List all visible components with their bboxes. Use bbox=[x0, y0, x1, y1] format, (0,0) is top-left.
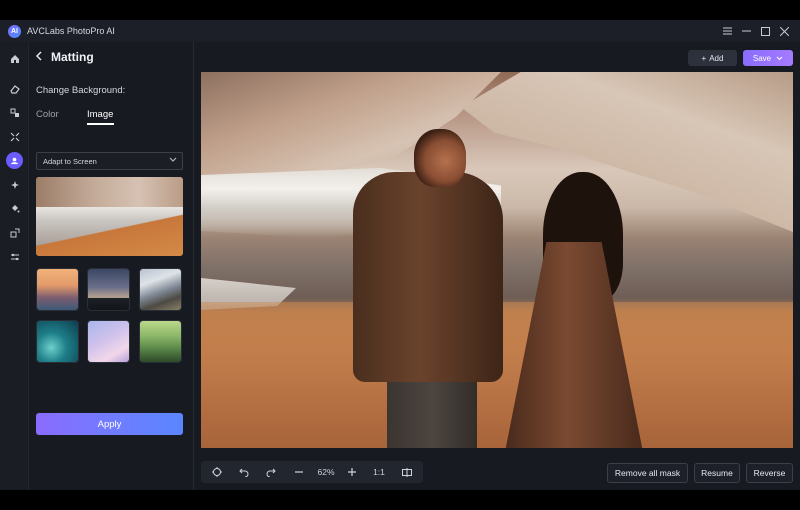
preview-cliff bbox=[36, 177, 183, 207]
man-legs bbox=[387, 372, 477, 448]
background-thumb-sunset-beach[interactable] bbox=[36, 268, 79, 311]
tab-color[interactable]: Color bbox=[36, 109, 59, 120]
background-thumb-ocean[interactable] bbox=[36, 320, 79, 363]
tool-sidebar bbox=[0, 42, 29, 490]
expand-icon[interactable] bbox=[6, 128, 23, 145]
redo-icon[interactable] bbox=[261, 461, 281, 483]
save-button-label: Save bbox=[752, 53, 772, 63]
maximize-icon[interactable] bbox=[756, 20, 775, 42]
app-logo-text: AI bbox=[11, 27, 18, 35]
eraser-icon[interactable] bbox=[6, 80, 23, 97]
matting-panel: Matting Change Background: Color Image A… bbox=[29, 42, 194, 490]
fit-mode-value: Adapt to Screen bbox=[43, 157, 97, 166]
plus-icon: + bbox=[701, 53, 707, 63]
add-button-label: Add bbox=[709, 53, 724, 63]
app-logo: AI bbox=[8, 24, 21, 38]
replace-icon[interactable] bbox=[6, 224, 23, 241]
background-thumb-dusk-hills[interactable] bbox=[87, 268, 130, 311]
fit-screen-icon[interactable] bbox=[207, 461, 227, 483]
apply-button[interactable]: Apply bbox=[36, 413, 183, 435]
fill-icon[interactable] bbox=[6, 200, 23, 217]
title-bar: AI AVCLabs PhotoPro AI bbox=[0, 20, 800, 42]
adjust-icon[interactable] bbox=[6, 248, 23, 265]
window-controls bbox=[718, 20, 794, 42]
background-preview bbox=[36, 177, 183, 256]
home-icon[interactable] bbox=[6, 50, 23, 67]
background-thumb-mountains[interactable] bbox=[139, 268, 182, 311]
zoom-out-icon[interactable] bbox=[289, 461, 309, 483]
letterbox-bottom bbox=[0, 490, 800, 510]
image-canvas[interactable] bbox=[201, 72, 793, 448]
reverse-button[interactable]: Reverse bbox=[746, 463, 793, 483]
chevron-down-icon bbox=[776, 54, 783, 63]
zoom-level: 62% bbox=[317, 467, 335, 477]
background-thumb-pastel-sky[interactable] bbox=[87, 320, 130, 363]
close-icon[interactable] bbox=[775, 20, 794, 42]
zoom-toolbar: 62% 1:1 bbox=[201, 461, 423, 483]
resume-button[interactable]: Resume bbox=[694, 463, 740, 483]
app-title: AVCLabs PhotoPro AI bbox=[27, 26, 115, 36]
active-tab-indicator bbox=[87, 123, 114, 125]
matting-icon[interactable] bbox=[6, 152, 23, 169]
main-workspace: + Add Save 62% 1:1 Remove all mask Resum… bbox=[195, 42, 800, 490]
save-button[interactable]: Save bbox=[743, 50, 793, 66]
enhance-icon[interactable] bbox=[6, 104, 23, 121]
letterbox-top bbox=[0, 0, 800, 20]
zoom-in-icon[interactable] bbox=[342, 461, 362, 483]
actual-size-button[interactable]: 1:1 bbox=[367, 461, 391, 483]
undo-icon[interactable] bbox=[234, 461, 254, 483]
colorize-icon[interactable] bbox=[6, 176, 23, 193]
add-button[interactable]: + Add bbox=[688, 50, 737, 66]
man-coat bbox=[353, 172, 503, 382]
fit-mode-select[interactable]: Adapt to Screen bbox=[36, 152, 183, 170]
minimize-icon[interactable] bbox=[737, 20, 756, 42]
app-window: AI AVCLabs PhotoPro AI Matting Change Ba… bbox=[0, 20, 800, 490]
tab-image[interactable]: Image bbox=[87, 109, 113, 120]
man-head bbox=[414, 129, 466, 187]
background-thumb-grass[interactable] bbox=[139, 320, 182, 363]
panel-title: Matting bbox=[51, 50, 94, 64]
menu-icon[interactable] bbox=[718, 20, 737, 42]
chevron-down-icon bbox=[169, 155, 177, 165]
change-background-label: Change Background: bbox=[36, 85, 126, 96]
back-arrow-icon[interactable] bbox=[35, 50, 43, 64]
compare-icon[interactable] bbox=[397, 461, 417, 483]
remove-all-mask-button[interactable]: Remove all mask bbox=[607, 463, 688, 483]
